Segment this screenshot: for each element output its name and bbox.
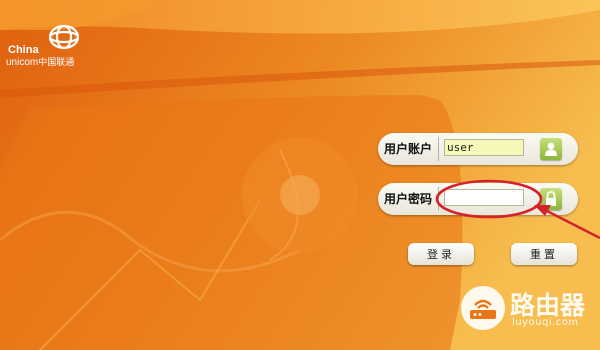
password-label: 用户密码: [384, 192, 433, 206]
watermark-url: luyouqi.com: [512, 317, 579, 328]
password-row: 用户密码: [378, 183, 578, 215]
unicom-knot-icon: [48, 24, 80, 50]
login-button[interactable]: 登录: [408, 243, 474, 265]
lock-icon: [540, 188, 562, 210]
username-input[interactable]: [444, 139, 524, 156]
divider: [438, 137, 439, 161]
password-input[interactable]: [444, 189, 524, 206]
divider: [438, 187, 439, 211]
user-icon: [540, 138, 562, 160]
china-unicom-logo: China unicom中国联通: [6, 22, 116, 72]
username-label: 用户账户: [384, 142, 433, 156]
reset-button[interactable]: 重置: [511, 243, 577, 265]
router-icon: [461, 286, 505, 330]
username-row: 用户账户: [378, 133, 578, 165]
brand-subname-cn: 中国联通: [38, 57, 75, 67]
brand-subname: unicom中国联通: [6, 55, 74, 68]
brand-subname-en: unicom: [6, 57, 39, 68]
watermark: 路由器 luyouqi.com: [458, 283, 598, 343]
